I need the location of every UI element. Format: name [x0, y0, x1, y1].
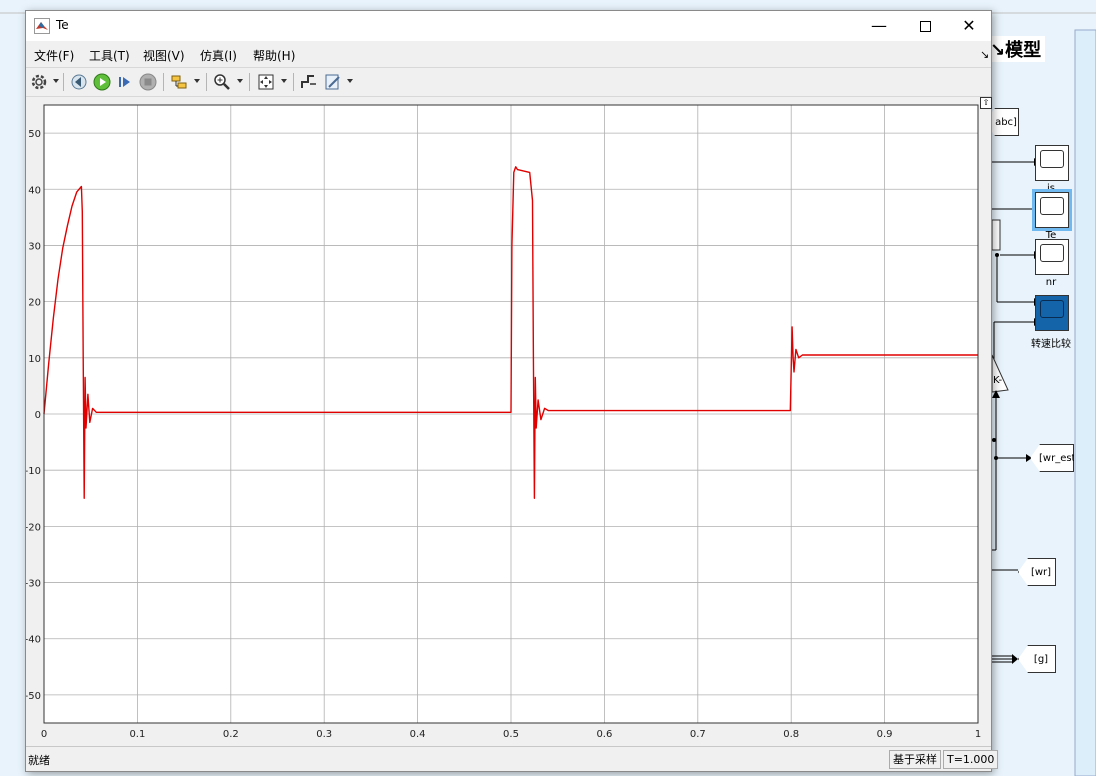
sample-mode-indicator: 基于采样 [889, 750, 941, 769]
step-forward-icon[interactable] [115, 72, 135, 92]
scope-screen-icon [1040, 197, 1064, 215]
dock-icon[interactable]: ↘ [980, 48, 989, 61]
matlab-icon [34, 18, 50, 34]
minimize-button[interactable]: — [856, 11, 902, 41]
toolbar-separator [63, 73, 64, 91]
tag-label: [g] [1033, 654, 1049, 665]
menu-bar: 文件(F) 工具(T) 视图(V) 仿真(I) 帮助(H) ↘ [26, 44, 991, 66]
y-tick-label: -10 [26, 466, 41, 477]
chevron-down-icon[interactable] [281, 79, 287, 83]
stop-icon[interactable] [138, 72, 158, 92]
y-tick-label: 10 [28, 354, 41, 365]
scope-screen-icon [1040, 244, 1064, 262]
status-bar: 就绪 基于采样 T=1.000 [26, 746, 999, 771]
status-text: 就绪 [28, 754, 50, 767]
fit-icon[interactable] [256, 72, 276, 92]
menu-file[interactable]: 文件(F) [34, 47, 74, 64]
menu-tools[interactable]: 工具(T) [89, 47, 130, 64]
x-tick-label: 0 [41, 729, 47, 740]
style-icon[interactable] [299, 72, 319, 92]
y-tick-label: 40 [28, 185, 41, 196]
gear-icon[interactable] [29, 72, 49, 92]
x-tick-label: 0.7 [690, 729, 706, 740]
close-icon: ✕ [962, 16, 976, 35]
toolbar-separator [163, 73, 164, 91]
menu-simulation[interactable]: 仿真(I) [200, 47, 237, 64]
x-tick-label: 0.9 [877, 729, 893, 740]
scope-window: Te — ✕ 文件(F) 工具(T) 视图(V) 仿真(I) 帮助(H) ↘ ⇧… [25, 10, 999, 772]
menu-help[interactable]: 帮助(H) [253, 47, 295, 64]
tag-label: abc] [995, 117, 1017, 128]
signal-select-icon[interactable] [169, 72, 189, 92]
gain-block-label: K- [993, 375, 1003, 386]
toolbar-separator [293, 73, 294, 91]
toolbar [26, 67, 991, 97]
y-tick-label: -20 [26, 522, 41, 533]
y-tick-label: -30 [26, 579, 41, 590]
scope-block-nr[interactable] [1035, 239, 1069, 275]
chevron-down-icon[interactable] [194, 79, 200, 83]
close-button[interactable]: ✕ [946, 11, 992, 41]
scope-label-speed-compare: 转速比较 [1031, 339, 1071, 350]
step-back-icon[interactable] [69, 72, 89, 92]
x-tick-label: 0.3 [316, 729, 332, 740]
scope-screen-icon [1040, 150, 1064, 168]
toolbar-separator [249, 73, 250, 91]
x-tick-label: 0.1 [129, 729, 145, 740]
maximize-icon [919, 21, 931, 32]
scope-block-te[interactable] [1035, 192, 1069, 228]
chevron-down-icon[interactable] [237, 79, 243, 83]
sim-time-indicator: T=1.000 [943, 750, 999, 769]
y-tick-label: 20 [28, 298, 41, 309]
y-tick-label: -40 [26, 635, 41, 646]
tag-label: [wr_est] [1039, 453, 1080, 464]
scope-block-speed-compare[interactable] [1035, 295, 1069, 331]
x-tick-label: 0.2 [223, 729, 239, 740]
y-tick-label: 30 [28, 241, 41, 252]
chevron-down-icon[interactable] [53, 79, 59, 83]
tag-label: [wr] [1030, 567, 1052, 578]
x-tick-label: 0.5 [503, 729, 519, 740]
scope-screen-icon [1040, 300, 1064, 318]
model-title: ↘模型 [990, 36, 1046, 62]
x-tick-label: 1 [975, 729, 981, 740]
zoom-icon[interactable] [212, 72, 232, 92]
y-tick-label: -50 [26, 691, 41, 702]
title-bar[interactable]: Te — ✕ [26, 11, 991, 41]
y-tick-label: 0 [35, 410, 41, 421]
x-tick-label: 0.4 [410, 729, 426, 740]
x-tick-label: 0.6 [596, 729, 612, 740]
minimize-icon: — [871, 16, 887, 35]
y-tick-label: 50 [28, 129, 41, 140]
window-title: Te [56, 18, 69, 32]
x-tick-label: 0.8 [783, 729, 799, 740]
scope-block-is[interactable] [1035, 145, 1069, 181]
run-icon[interactable] [92, 72, 112, 92]
scope-label-nr: nr [1045, 277, 1057, 288]
properties-icon[interactable] [323, 72, 343, 92]
scope-plot[interactable]: 0 0.1 0.2 0.3 0.4 0.5 0.6 0.7 0.8 0.9 1 -50 -40 -30 -2… [26, 103, 991, 743]
toolbar-separator [206, 73, 207, 91]
chevron-down-icon[interactable] [347, 79, 353, 83]
menu-view[interactable]: 视图(V) [143, 47, 185, 64]
maximize-button[interactable] [902, 11, 948, 41]
